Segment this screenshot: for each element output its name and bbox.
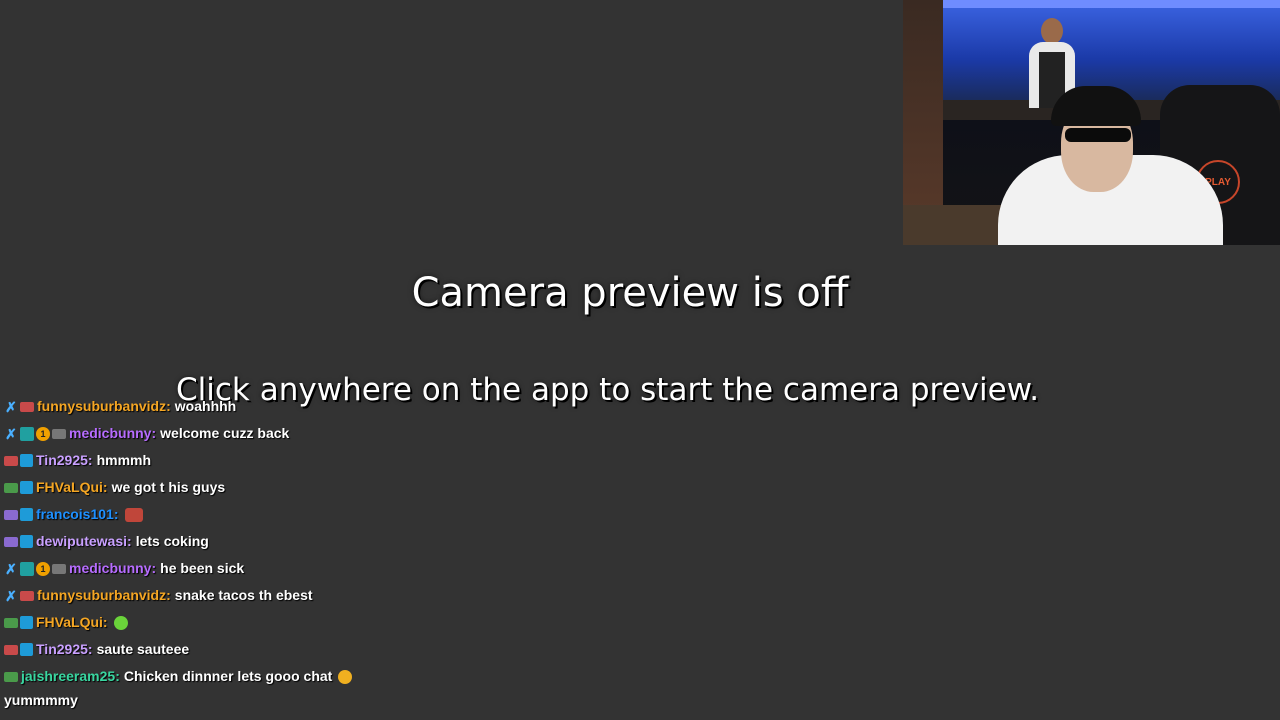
sword-badge-icon: ✗ bbox=[5, 425, 17, 442]
sword-badge-icon: ✗ bbox=[5, 560, 17, 577]
chat-separator: : bbox=[102, 479, 108, 495]
chat-message: FHVaLQui : we got t his guys bbox=[4, 474, 604, 501]
sub-badge-icon bbox=[4, 644, 18, 655]
chat-message: FHVaLQui : bbox=[4, 609, 604, 636]
user-badges bbox=[4, 643, 33, 656]
multi-badge-icon bbox=[20, 426, 34, 441]
user-badges bbox=[4, 508, 33, 521]
chat-username[interactable]: FHVaLQui bbox=[36, 609, 103, 636]
sub-badge-icon bbox=[4, 455, 18, 466]
chat-message: Tin2925 : hmmmh bbox=[4, 447, 604, 474]
camera-preview-title[interactable]: Camera preview is off bbox=[0, 270, 1260, 316]
chat-text: saute sauteee bbox=[96, 641, 190, 657]
user-badges bbox=[4, 535, 33, 548]
chat-overlay: ✗ funnysuburbanvidz : woahhhh ✗ 1 medicb… bbox=[4, 385, 604, 710]
chat-message: ✗ funnysuburbanvidz : snake tacos th ebe… bbox=[4, 582, 604, 609]
chat-text: snake tacos th ebest bbox=[174, 587, 313, 603]
emote-icon bbox=[113, 615, 128, 630]
chat-text: woahhhh bbox=[174, 398, 237, 414]
sword-badge-icon: ✗ bbox=[5, 587, 17, 604]
sub-badge-icon bbox=[4, 536, 18, 547]
chat-message: ✗ 1 medicbunny : welcome cuzz back bbox=[4, 420, 604, 447]
chat-username[interactable]: jaishreeram25 bbox=[21, 663, 115, 690]
sub-badge-icon bbox=[4, 509, 18, 520]
sub-badge-icon bbox=[4, 671, 18, 682]
chat-text: welcome cuzz back bbox=[160, 425, 290, 441]
aquarium-light bbox=[943, 0, 1280, 8]
user-badges: ✗ 1 bbox=[4, 560, 66, 577]
chat-separator: : bbox=[102, 614, 108, 630]
chat-message: ✗ 1 medicbunny : he been sick bbox=[4, 555, 604, 582]
chat-message: ✗ funnysuburbanvidz : woahhhh bbox=[4, 393, 604, 420]
chat-username[interactable]: francois101 bbox=[36, 501, 114, 528]
chat-text: we got t his guys bbox=[111, 479, 226, 495]
chat-username[interactable]: funnysuburbanvidz bbox=[37, 393, 166, 420]
chat-username[interactable]: dewiputewasi bbox=[36, 528, 127, 555]
chat-separator: : bbox=[127, 533, 132, 549]
user-badges: ✗ bbox=[4, 400, 34, 414]
chat-text: lets coking bbox=[135, 533, 209, 549]
chat-message: dewiputewasi : lets coking bbox=[4, 528, 604, 555]
sub-badge-icon bbox=[4, 617, 18, 628]
chat-username[interactable]: funnysuburbanvidz bbox=[37, 582, 166, 609]
chat-username[interactable]: Tin2925 bbox=[36, 447, 88, 474]
chat-username[interactable]: medicbunny bbox=[69, 555, 151, 582]
chat-text-continued: yummmmy bbox=[4, 692, 78, 708]
user-badges: ✗ bbox=[4, 589, 34, 603]
chat-separator: : bbox=[151, 560, 157, 576]
sub-badge-icon bbox=[20, 590, 34, 601]
webcam-overlay: PLAY bbox=[903, 0, 1280, 245]
chat-text: he been sick bbox=[160, 560, 245, 576]
user-badges bbox=[4, 616, 33, 629]
user-badges bbox=[4, 454, 33, 467]
cube-badge-icon bbox=[20, 535, 33, 548]
chat-separator: : bbox=[151, 425, 157, 441]
sub-badge-icon bbox=[20, 401, 34, 412]
chat-username[interactable]: FHVaLQui bbox=[36, 474, 103, 501]
chat-cut-off-line bbox=[4, 385, 604, 393]
user-badges bbox=[4, 481, 33, 494]
multi-badge-icon bbox=[20, 561, 34, 576]
chat-message: jaishreeram25 : Chicken dinnner lets goo… bbox=[4, 663, 604, 690]
chat-text: Chicken dinnner lets gooo chat bbox=[123, 668, 333, 684]
user-badges bbox=[4, 671, 18, 682]
chat-separator: : bbox=[166, 587, 171, 603]
sub-badge-icon bbox=[52, 563, 66, 574]
sub-badge-icon bbox=[4, 482, 18, 493]
chat-message: francois101 : bbox=[4, 501, 604, 528]
emote-icon bbox=[338, 669, 353, 684]
user-badges: ✗ 1 bbox=[4, 425, 66, 442]
streamer-glasses bbox=[1065, 128, 1131, 142]
cube-badge-icon bbox=[20, 454, 33, 467]
sub-badge-icon bbox=[52, 428, 66, 439]
emote-icon bbox=[124, 507, 143, 522]
chat-separator: : bbox=[87, 641, 93, 657]
chat-username[interactable]: medicbunny bbox=[69, 420, 151, 447]
coin-badge-icon: 1 bbox=[36, 426, 50, 441]
cube-badge-icon bbox=[20, 643, 33, 656]
cube-badge-icon bbox=[20, 616, 33, 629]
chat-message: Tin2925 : saute sauteee bbox=[4, 636, 604, 663]
chat-text: hmmmh bbox=[96, 452, 152, 468]
chat-separator: : bbox=[113, 506, 119, 522]
chat-username[interactable]: Tin2925 bbox=[36, 636, 88, 663]
chat-separator: : bbox=[115, 668, 120, 684]
chat-separator: : bbox=[166, 398, 171, 414]
coin-badge-icon: 1 bbox=[36, 561, 50, 576]
cube-badge-icon bbox=[20, 508, 33, 521]
sword-badge-icon: ✗ bbox=[5, 398, 17, 415]
chat-separator: : bbox=[87, 452, 93, 468]
cube-badge-icon bbox=[20, 481, 33, 494]
